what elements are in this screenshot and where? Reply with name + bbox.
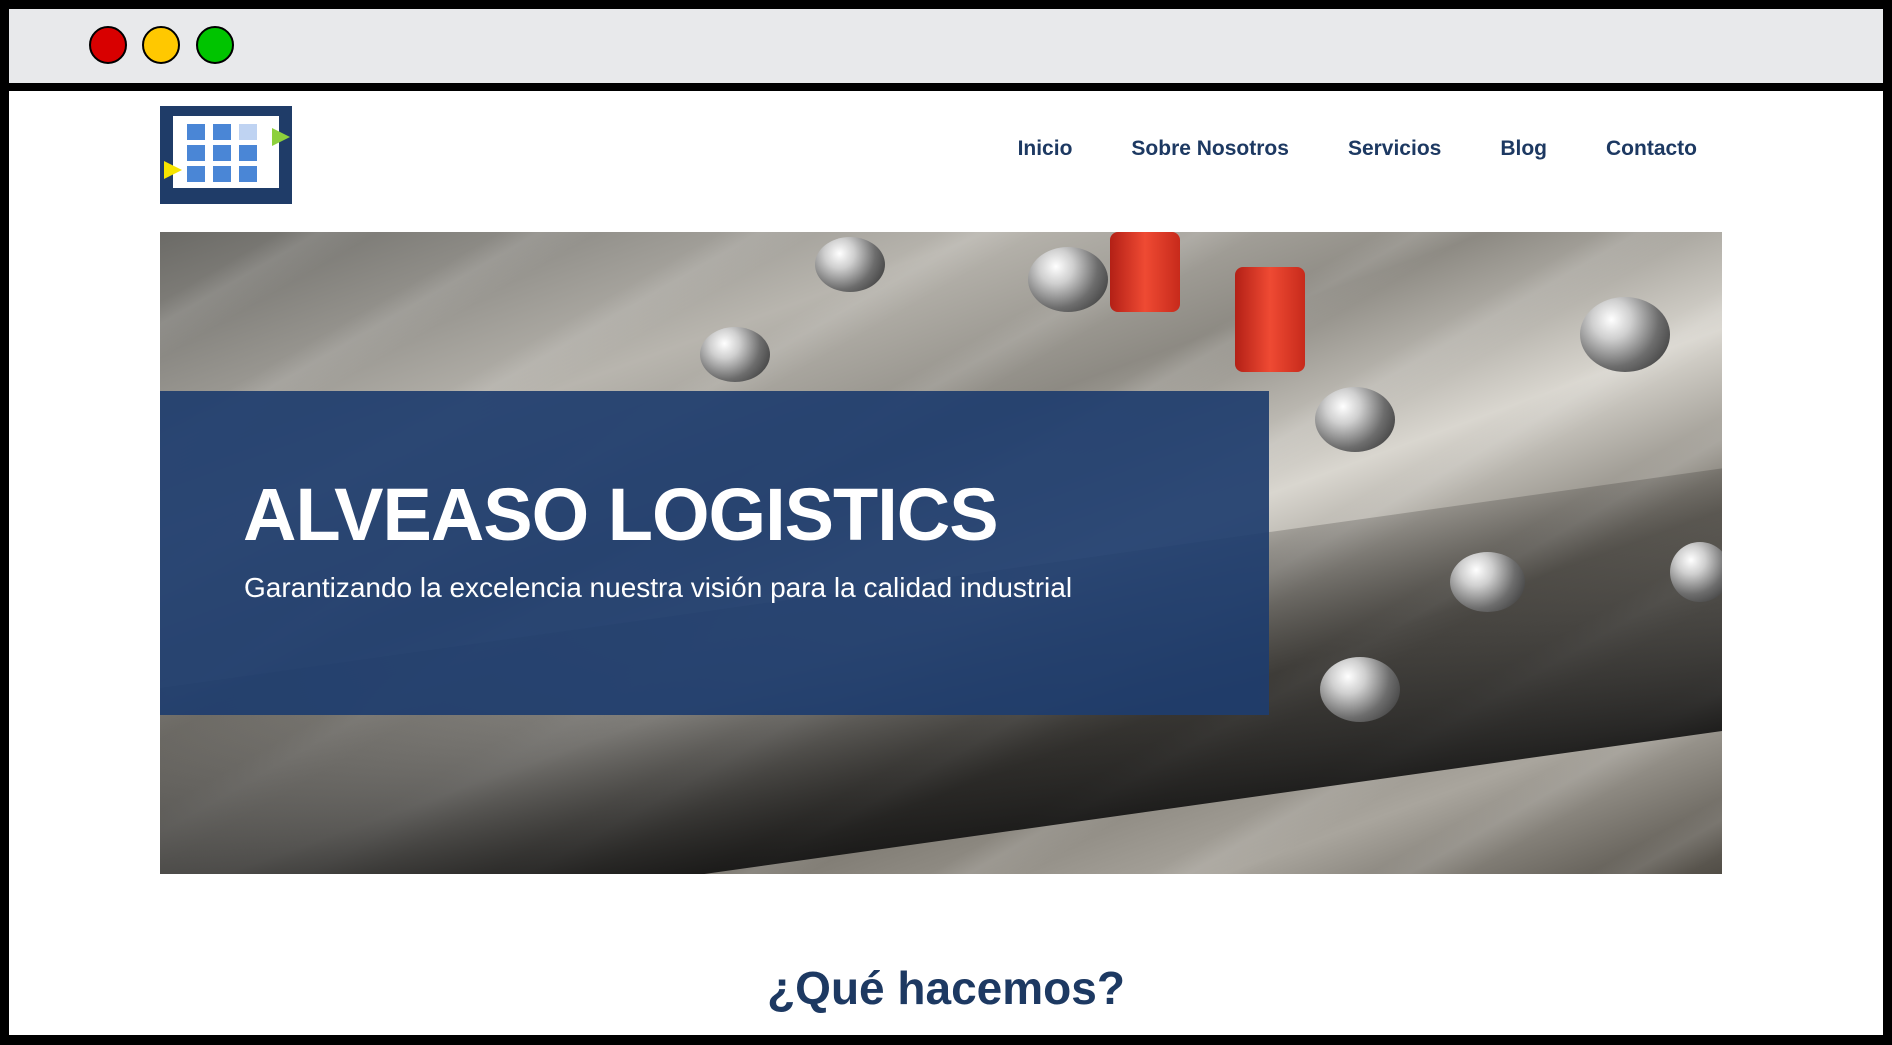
section-title: ¿Qué hacemos? xyxy=(767,962,1125,1014)
site-logo[interactable] xyxy=(160,106,292,204)
close-window-button[interactable] xyxy=(89,26,127,64)
hero-title: ALVEASO LOGISTICS xyxy=(243,473,999,556)
main-navigation: Inicio Sobre Nosotros Servicios Blog Con… xyxy=(959,137,1697,161)
hero-text-panel: ALVEASO LOGISTICS Garantizando la excele… xyxy=(160,391,1269,715)
minimize-window-button[interactable] xyxy=(142,26,180,64)
arrow-right-icon xyxy=(164,161,182,179)
nav-item-contacto[interactable]: Contacto xyxy=(1606,137,1697,161)
browser-window: Inicio Sobre Nosotros Servicios Blog Con… xyxy=(9,9,1883,1035)
nav-item-servicios[interactable]: Servicios xyxy=(1348,137,1441,161)
maximize-window-button[interactable] xyxy=(196,26,234,64)
nav-item-inicio[interactable]: Inicio xyxy=(1018,137,1073,161)
hero-banner: ALVEASO LOGISTICS Garantizando la excele… xyxy=(160,232,1722,874)
grid-logo-icon xyxy=(173,116,279,188)
nav-item-sobre-nosotros[interactable]: Sobre Nosotros xyxy=(1131,137,1289,161)
window-titlebar xyxy=(9,9,1883,91)
arrow-right-icon xyxy=(272,128,290,146)
web-page: Inicio Sobre Nosotros Servicios Blog Con… xyxy=(9,91,1883,1035)
nav-item-blog[interactable]: Blog xyxy=(1500,137,1547,161)
hero-subtitle: Garantizando la excelencia nuestra visió… xyxy=(244,572,1073,603)
